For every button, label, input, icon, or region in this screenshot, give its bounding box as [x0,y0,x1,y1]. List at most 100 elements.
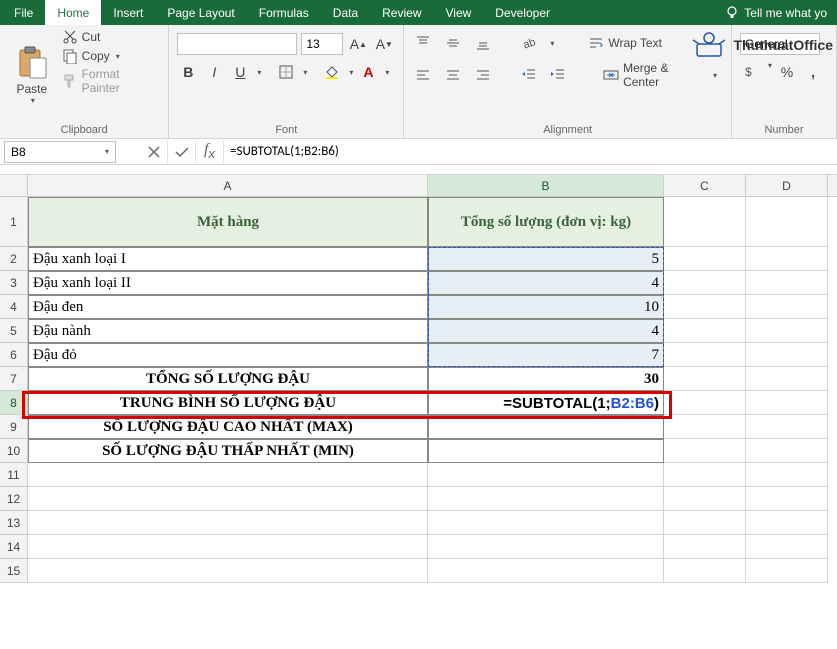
align-top-button[interactable] [412,33,434,53]
cell-A12[interactable] [28,487,428,511]
col-header-A[interactable]: A [28,175,428,196]
paste-button[interactable]: Paste ▾ [8,29,56,122]
accounting-format-button[interactable]: $ [740,61,762,83]
tab-developer[interactable]: Developer [483,0,562,25]
comma-button[interactable]: , [802,61,824,83]
select-all-corner[interactable] [0,175,28,196]
decrease-font-icon[interactable]: A▼ [373,33,395,55]
cell-A9[interactable]: SỐ LƯỢNG ĐẬU CAO NHẤT (MAX) [28,415,428,439]
cell-B3[interactable]: 4 [428,271,664,295]
cell-C11[interactable] [664,463,746,487]
cell-C1[interactable] [664,197,746,247]
row-header-1[interactable]: 1 [0,197,28,247]
cell-A10[interactable]: SỐ LƯỢNG ĐẬU THẤP NHẤT (MIN) [28,439,428,463]
cell-C5[interactable] [664,319,746,343]
cell-B11[interactable] [428,463,664,487]
cell-A13[interactable] [28,511,428,535]
increase-font-icon[interactable]: A▲ [347,33,369,55]
row-header-13[interactable]: 13 [0,511,28,535]
cell-D13[interactable] [746,511,828,535]
cell-C15[interactable] [664,559,746,583]
tab-file[interactable]: File [2,0,45,25]
insert-function-button[interactable]: fx [196,141,224,163]
cell-D14[interactable] [746,535,828,559]
cell-B15[interactable] [428,559,664,583]
row-header-14[interactable]: 14 [0,535,28,559]
cell-C9[interactable] [664,415,746,439]
col-header-D[interactable]: D [746,175,828,196]
copy-button[interactable]: Copy▾ [62,48,161,64]
tab-home[interactable]: Home [45,0,101,25]
tab-page-layout[interactable]: Page Layout [155,0,246,25]
underline-button[interactable]: U [229,61,251,83]
cell-D5[interactable] [746,319,828,343]
row-header-9[interactable]: 9 [0,415,28,439]
cell-C8[interactable] [664,391,746,415]
cell-D7[interactable] [746,367,828,391]
cell-C4[interactable] [664,295,746,319]
wrap-text-button[interactable]: Wrap Text [582,33,668,53]
font-size-select[interactable] [301,33,343,55]
cells-grid[interactable]: Mặt hàng Tổng số lượng (đơn vị: kg) Đậu … [28,197,828,583]
cell-A11[interactable] [28,463,428,487]
format-painter-button[interactable]: Format Painter [62,67,161,95]
cell-B10[interactable] [428,439,664,463]
cell-C3[interactable] [664,271,746,295]
cancel-formula-button[interactable] [140,141,168,163]
formula-input[interactable]: =SUBTOTAL(1;B2:B6) [224,144,837,159]
orientation-button[interactable]: ab [518,33,540,53]
row-header-2[interactable]: 2 [0,247,28,271]
cell-C14[interactable] [664,535,746,559]
row-header-12[interactable]: 12 [0,487,28,511]
cell-C10[interactable] [664,439,746,463]
name-box[interactable]: B8 ▾ [4,141,116,163]
cell-A3[interactable]: Đậu xanh loại II [28,271,428,295]
cell-A2[interactable]: Đậu xanh loại I [28,247,428,271]
align-middle-button[interactable] [442,33,464,53]
cell-D9[interactable] [746,415,828,439]
tab-review[interactable]: Review [370,0,433,25]
align-bottom-button[interactable] [472,33,494,53]
row-header-6[interactable]: 6 [0,343,28,367]
cell-B12[interactable] [428,487,664,511]
cell-D11[interactable] [746,463,828,487]
cell-A7[interactable]: TỔNG SỐ LƯỢNG ĐẬU [28,367,428,391]
cell-D4[interactable] [746,295,828,319]
cell-A15[interactable] [28,559,428,583]
tell-me-search[interactable]: Tell me what yo [716,5,835,21]
cell-D12[interactable] [746,487,828,511]
row-header-10[interactable]: 10 [0,439,28,463]
cell-A14[interactable] [28,535,428,559]
align-left-button[interactable] [412,65,434,85]
fill-color-button[interactable] [321,61,343,83]
cell-D10[interactable] [746,439,828,463]
cell-B9[interactable] [428,415,664,439]
cell-D3[interactable] [746,271,828,295]
increase-indent-button[interactable] [548,65,570,85]
cell-B1[interactable]: Tổng số lượng (đơn vị: kg) [428,197,664,247]
cell-A1[interactable]: Mặt hàng [28,197,428,247]
percent-button[interactable]: % [776,61,798,83]
row-header-3[interactable]: 3 [0,271,28,295]
cell-D15[interactable] [746,559,828,583]
borders-button[interactable] [275,61,297,83]
enter-formula-button[interactable] [168,141,196,163]
cell-A4[interactable]: Đậu đen [28,295,428,319]
cell-B6[interactable]: 7 [428,343,664,367]
row-header-11[interactable]: 11 [0,463,28,487]
bold-button[interactable]: B [177,61,199,83]
cell-C7[interactable] [664,367,746,391]
col-header-C[interactable]: C [664,175,746,196]
tab-data[interactable]: Data [321,0,370,25]
cell-B13[interactable] [428,511,664,535]
cell-D8[interactable] [746,391,828,415]
cell-B8[interactable]: =SUBTOTAL(1;B2:B6) [428,391,664,415]
merge-center-button[interactable]: Merge & Center▾ [597,59,723,91]
row-header-15[interactable]: 15 [0,559,28,583]
cell-A5[interactable]: Đậu nành [28,319,428,343]
font-color-button[interactable]: A [357,61,379,83]
cell-B2[interactable]: 5 [428,247,664,271]
cell-A8[interactable]: TRUNG BÌNH SỐ LƯỢNG ĐẬU [28,391,428,415]
cell-C6[interactable] [664,343,746,367]
cell-C13[interactable] [664,511,746,535]
